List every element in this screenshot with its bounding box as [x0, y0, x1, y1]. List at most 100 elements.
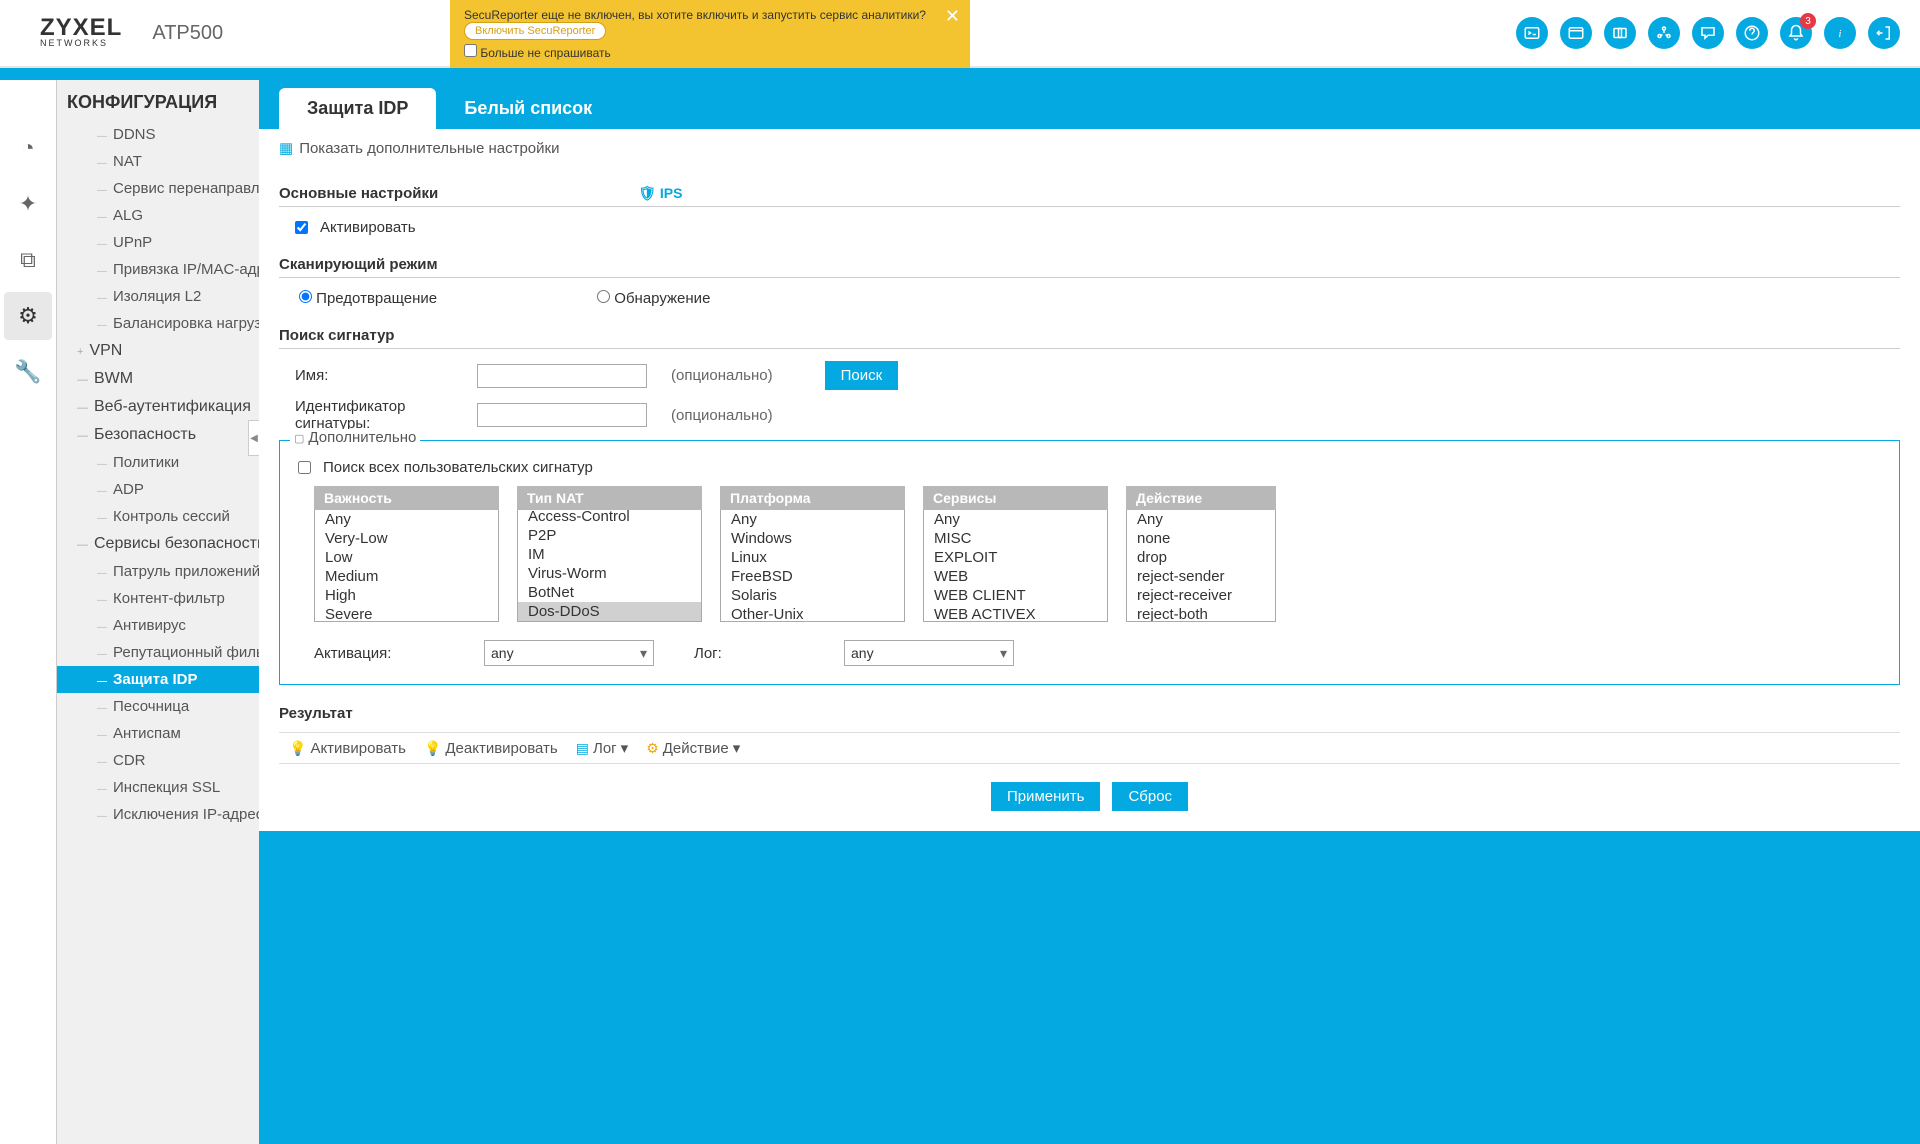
sidebar-item[interactable]: Антивирус: [57, 612, 259, 639]
list-option[interactable]: Any: [1127, 510, 1275, 529]
list-option[interactable]: Other-Unix: [721, 605, 904, 622]
sidebar-item[interactable]: NAT: [57, 148, 259, 175]
sidebar-item[interactable]: CDR: [57, 747, 259, 774]
chevron-down-icon: ▾: [621, 739, 629, 757]
list-option[interactable]: P2P: [518, 526, 701, 545]
sidebar-item[interactable]: VPN: [57, 337, 259, 365]
chat-icon[interactable]: [1692, 17, 1724, 49]
sidebar-item[interactable]: Репутационный фильтр: [57, 639, 259, 666]
collapse-sidebar-button[interactable]: ◀: [248, 420, 259, 456]
close-icon[interactable]: ✕: [945, 6, 960, 27]
cli-icon[interactable]: [1516, 17, 1548, 49]
list-option[interactable]: EXPLOIT: [924, 548, 1107, 567]
sidebar-item[interactable]: Инспекция SSL: [57, 774, 259, 801]
activation-dropdown[interactable]: any: [484, 640, 654, 666]
info-icon[interactable]: i: [1824, 17, 1856, 49]
tool-deactivate[interactable]: 💡Деактивировать: [424, 740, 558, 757]
wizard-icon[interactable]: ✦: [4, 180, 52, 228]
sidebar-item[interactable]: Контент-фильтр: [57, 585, 259, 612]
sidebar-item[interactable]: Сервисы безопасности: [57, 530, 259, 558]
radio-prevent-wrap[interactable]: Предотвращение: [299, 290, 437, 307]
sidebar-item[interactable]: Политики: [57, 449, 259, 476]
logout-icon[interactable]: [1868, 17, 1900, 49]
maintenance-icon[interactable]: 🔧: [4, 348, 52, 396]
list-option[interactable]: drop: [1127, 548, 1275, 567]
dont-ask-checkbox[interactable]: [464, 44, 477, 57]
sidebar-item[interactable]: Веб-аутентификация: [57, 393, 259, 421]
reset-button[interactable]: Сброс: [1112, 782, 1188, 811]
dashboard-icon[interactable]: ◔: [4, 124, 52, 172]
list-option[interactable]: Any: [721, 510, 904, 529]
list-option[interactable]: Windows: [721, 529, 904, 548]
list-option[interactable]: BotNet: [518, 583, 701, 602]
side-icon-strip: ◔ ✦ ⧉ ⚙ 🔧: [0, 80, 57, 1144]
list-option[interactable]: reject-sender: [1127, 567, 1275, 586]
config-icon[interactable]: ⚙: [4, 292, 52, 340]
sidebar-item[interactable]: Исключения IP-адресов: [57, 801, 259, 828]
result-toolbar: 💡Активировать 💡Деактивировать ▤Лог▾ ⚙Дей…: [279, 732, 1900, 764]
sidebar-item[interactable]: ALG: [57, 202, 259, 229]
list-option[interactable]: MISC: [924, 529, 1107, 548]
list-option[interactable]: Any: [924, 510, 1107, 529]
list-option[interactable]: none: [1127, 529, 1275, 548]
sidebar-item[interactable]: Привязка IP/MAC-адресов: [57, 256, 259, 283]
list-option[interactable]: Access-Control: [518, 510, 701, 526]
sidebar-item[interactable]: Патруль приложений: [57, 558, 259, 585]
web-icon[interactable]: [1560, 17, 1592, 49]
list-option[interactable]: Low: [315, 548, 498, 567]
apply-button[interactable]: Применить: [991, 782, 1101, 811]
sidebar-item[interactable]: Контроль сессий: [57, 503, 259, 530]
sidebar-item[interactable]: Безопасность: [57, 421, 259, 449]
list-option[interactable]: High: [315, 586, 498, 605]
list-option[interactable]: IM: [518, 545, 701, 564]
tab-whitelist[interactable]: Белый список: [436, 88, 620, 129]
list-option[interactable]: Any: [315, 510, 498, 529]
tool-activate[interactable]: 💡Активировать: [289, 740, 406, 757]
list-option[interactable]: Linux: [721, 548, 904, 567]
activation-label: Активация:: [314, 645, 434, 662]
sidebar-item[interactable]: BWM: [57, 365, 259, 393]
sigid-optional: (опционально): [671, 407, 773, 424]
sidebar-item[interactable]: Антиспам: [57, 720, 259, 747]
name-input[interactable]: [477, 364, 647, 388]
search-all-checkbox[interactable]: [298, 461, 311, 474]
name-optional: (опционально): [671, 367, 773, 384]
tool-action[interactable]: ⚙Действие▾: [646, 739, 740, 757]
list-option[interactable]: WEB: [924, 567, 1107, 586]
sidebar-item[interactable]: Песочница: [57, 693, 259, 720]
list-option[interactable]: Solaris: [721, 586, 904, 605]
svg-text:i: i: [1839, 29, 1842, 40]
platform-list: Платформа AnyWindowsLinuxFreeBSDSolarisO…: [720, 486, 905, 622]
search-button[interactable]: Поиск: [825, 361, 899, 390]
monitor-icon[interactable]: ⧉: [4, 236, 52, 284]
list-option[interactable]: Severe: [315, 605, 498, 622]
show-advanced-link[interactable]: Показать дополнительные настройки: [279, 139, 1900, 157]
tool-log[interactable]: ▤Лог▾: [576, 739, 628, 757]
list-option[interactable]: Virus-Worm: [518, 564, 701, 583]
sidebar-item[interactable]: Защита IDP: [57, 666, 259, 693]
list-option[interactable]: WEB CLIENT: [924, 586, 1107, 605]
radio-detect-wrap[interactable]: Обнаружение: [597, 290, 710, 307]
license-icon[interactable]: [1604, 17, 1636, 49]
sidebar-item[interactable]: Изоляция L2: [57, 283, 259, 310]
sidebar-item[interactable]: Балансировка нагрузки: [57, 310, 259, 337]
site-icon[interactable]: [1648, 17, 1680, 49]
list-option[interactable]: WEB ACTIVEX: [924, 605, 1107, 622]
list-option[interactable]: reject-receiver: [1127, 586, 1275, 605]
list-option[interactable]: Very-Low: [315, 529, 498, 548]
tab-idp[interactable]: Защита IDP: [279, 88, 436, 129]
activate-checkbox[interactable]: [295, 221, 308, 234]
enable-secureporter-button[interactable]: Включить SecuReporter: [464, 22, 606, 40]
sigid-input[interactable]: [477, 403, 647, 427]
sidebar-item[interactable]: DDNS: [57, 121, 259, 148]
list-option[interactable]: FreeBSD: [721, 567, 904, 586]
help-icon[interactable]: [1736, 17, 1768, 49]
list-option[interactable]: Dos-DDoS: [518, 602, 701, 621]
sidebar-item[interactable]: Сервис перенаправления: [57, 175, 259, 202]
notification-icon[interactable]: [1780, 17, 1812, 49]
list-option[interactable]: reject-both: [1127, 605, 1275, 622]
log-dropdown[interactable]: any: [844, 640, 1014, 666]
sidebar-item[interactable]: ADP: [57, 476, 259, 503]
sidebar-item[interactable]: UPnP: [57, 229, 259, 256]
list-option[interactable]: Medium: [315, 567, 498, 586]
